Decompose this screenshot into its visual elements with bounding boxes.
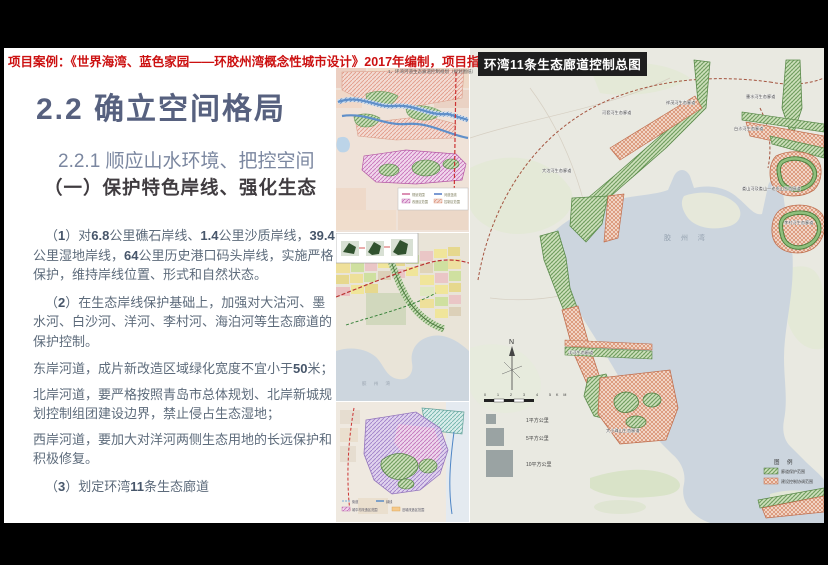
body-text-column: （1）对6.8公里礁石岸线、1.4公里沙质岸线，39.4公里湿地岸线，64公里历… <box>33 226 335 504</box>
svg-text:旧城改造区范围: 旧城改造区范围 <box>402 507 424 512</box>
svg-text:街道: 街道 <box>352 499 359 504</box>
corridor-label: 娄山河及娄山—老虎山生态廊道 <box>742 185 801 192</box>
corridor-label: 李村河生态廊道 <box>784 219 814 226</box>
paragraph-3: 东岸河道，成片新改造区域绿化宽度不宜小于50米； <box>33 359 335 379</box>
corridor-label: 河套河生态廊道 <box>602 109 632 116</box>
svg-text:河道蓝线: 河道蓝线 <box>444 192 458 197</box>
small-map-caption: 1、环湾河道生态廊道控制规划（规划图纸） <box>388 70 476 75</box>
svg-text:绿线: 绿线 <box>386 499 393 504</box>
paragraph-4: 北岸河道，要严格按照青岛市总体规划、北岸新城规划控制组团建设边界，禁止侵占生态湿… <box>33 385 335 424</box>
letterbox-right <box>824 0 828 565</box>
bay-name-label: 胶 州 湾 <box>664 233 709 242</box>
mapB-3d-inset-panel <box>336 233 418 263</box>
svg-text:建设控制协调范围: 建设控制协调范围 <box>781 478 813 484</box>
svg-text:城中村改造区范围: 城中村改造区范围 <box>352 507 378 512</box>
sub-section-heading: （一）保护特色岸线、强化生态 <box>44 174 317 200</box>
mapA-legend: 规划范围 河道蓝线 改造区范围 控制区范围 <box>398 188 468 210</box>
svg-text:1平方公里: 1平方公里 <box>526 417 549 424</box>
svg-text:改造区范围: 改造区范围 <box>412 199 428 204</box>
map-title-badge: 环湾11条生态廊道控制总图 <box>478 52 647 76</box>
small-map-river-zoning: 规划范围 河道蓝线 改造区范围 控制区范围 <box>336 68 469 232</box>
svg-text:5平方公里: 5平方公里 <box>526 435 549 442</box>
section-subtitle: 2.2.1 顺应山水环境、把控空间 <box>58 146 315 173</box>
svg-text:图 例: 图 例 <box>774 458 796 466</box>
legend-green-swatch <box>764 468 778 474</box>
svg-text:N: N <box>509 339 514 346</box>
corridor-label: 洋河生态廊道 <box>568 349 594 356</box>
small-map-landuse-plan: 胶 州 湾 <box>336 233 469 401</box>
presentation-screen: 项目案例：《世界海湾、蓝色家园——环胶州湾概念性城市设计》2017年编制，项目指… <box>0 0 828 565</box>
page-title: 2.2 确立空间格局 <box>36 84 286 128</box>
small-map-renewal-plan: 街道 绿线 城中村改造区范围 旧城改造区范围 <box>336 402 469 522</box>
legend-red-swatch <box>764 478 778 484</box>
corridor-label: 墨水河生态廊道 <box>746 93 776 100</box>
svg-text:10平方公里: 10平方公里 <box>526 461 552 468</box>
paragraph-1: （1）对6.8公里礁石岸线、1.4公里沙质岸线，39.4公里湿地岸线，64公里历… <box>33 226 335 285</box>
corridor-label: 大沽河生态廊道 <box>542 167 572 174</box>
mapA-lake <box>336 137 350 152</box>
corridor-master-map: 河套河生态廊道 祥茂河生态廊道 墨水河生态廊道 白沙河生态廊道 大沽河生态廊道 … <box>470 48 824 523</box>
corridor-label: 白沙河生态廊道 <box>734 125 764 132</box>
paragraph-5: 西岸河道，要加大对洋河两侧生态用地的长远保护和积极修复。 <box>33 430 335 469</box>
letterbox-bottom <box>0 523 828 565</box>
paragraph-6: （3）划定环湾11条生态廊道 <box>33 477 335 497</box>
corridor-label: 大小珠山生态廊道 <box>606 427 640 434</box>
paragraph-2: （2）在生态岸线保护基础上，加强对大沽河、墨水河、白沙河、洋河、李村河、海泊河等… <box>33 293 335 352</box>
corridor-label: 祥茂河生态廊道 <box>666 99 696 106</box>
letterbox-top <box>0 0 828 48</box>
svg-text:控制区范围: 控制区范围 <box>444 199 460 204</box>
svg-text:廊道保护范围: 廊道保护范围 <box>781 468 805 474</box>
svg-text:0 1 2 3 4 5KM: 0 1 2 3 4 5KM <box>484 393 571 397</box>
letterbox-left <box>0 0 4 565</box>
project-caption: 项目案例：《世界海湾、蓝色家园——环胶州湾概念性城市设计》2017年编制，项目指… <box>8 51 528 70</box>
svg-text:规划范围: 规划范围 <box>412 192 425 197</box>
mapB-bay-label: 胶 州 湾 <box>362 380 393 387</box>
